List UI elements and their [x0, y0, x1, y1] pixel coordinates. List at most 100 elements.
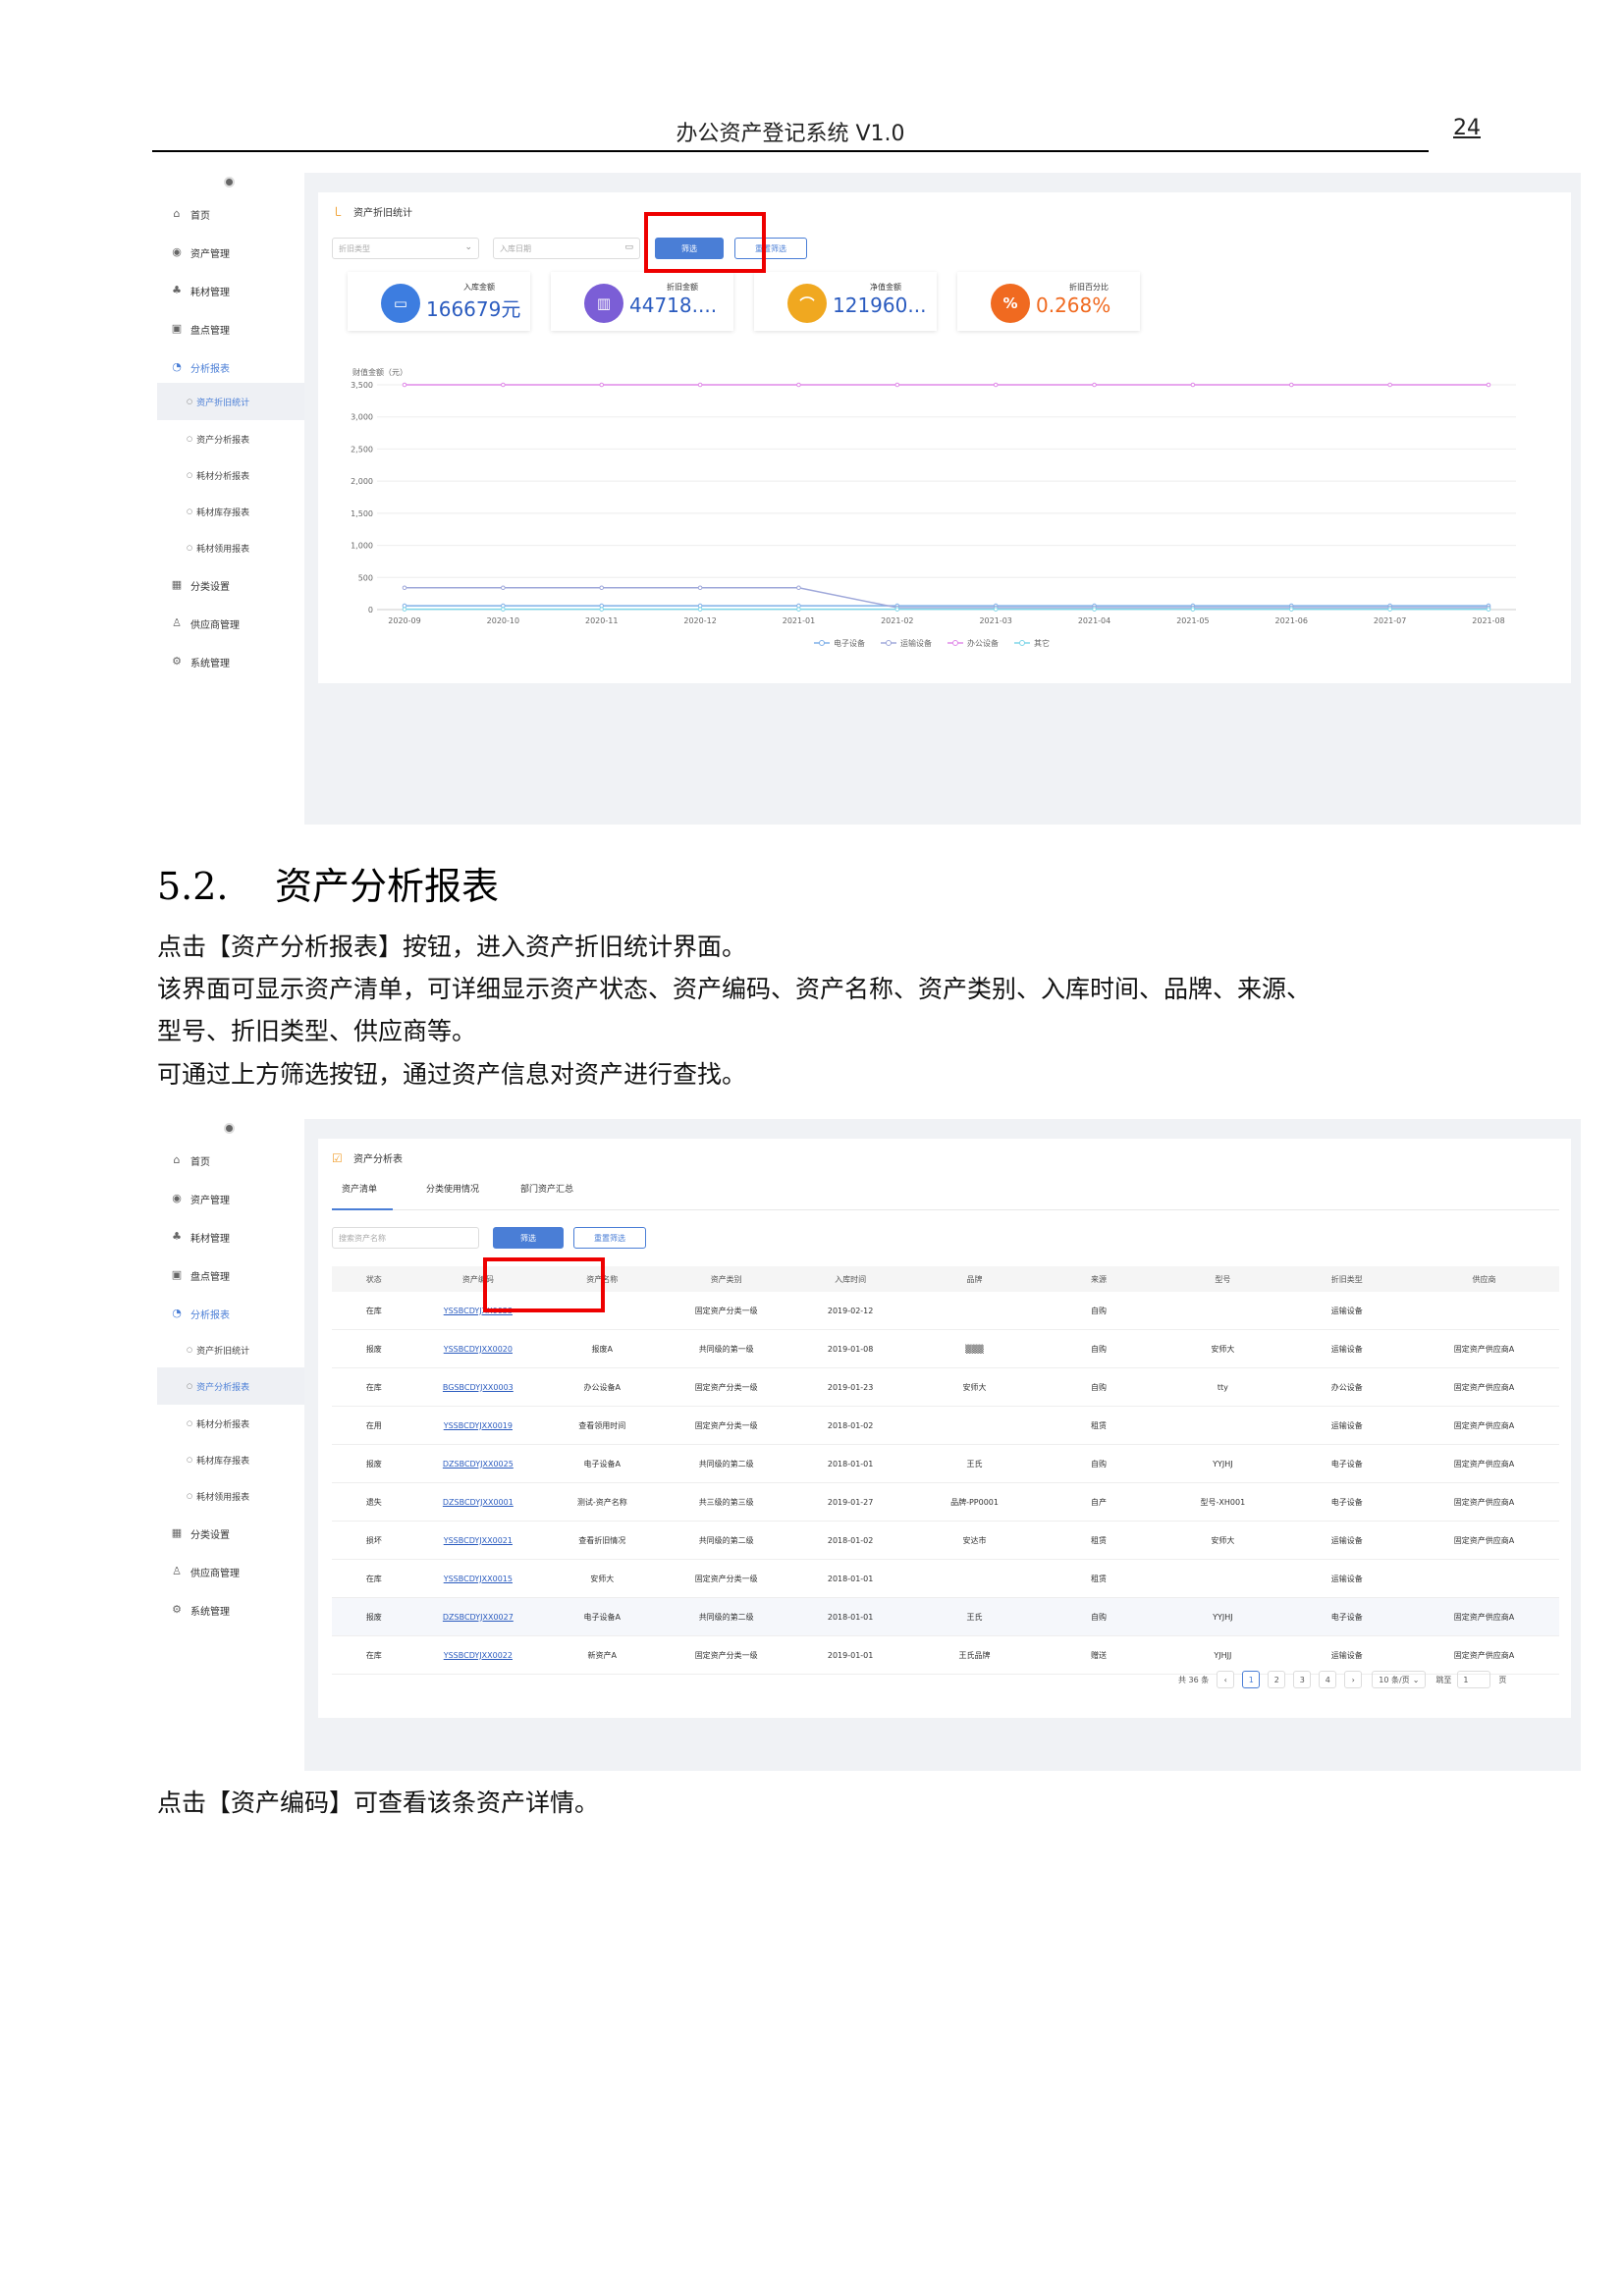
- x-tick-label: 2020-11: [585, 616, 618, 625]
- sidebar-sub-consumable-stock[interactable]: 耗材库存报表: [187, 502, 249, 521]
- asset-code-link[interactable]: YSSBCDYJXX0019: [415, 1406, 541, 1445]
- asset-code-link[interactable]: YSSBCDYJXX0022: [415, 1635, 541, 1675]
- table-cell: 运输设备: [1284, 1521, 1410, 1560]
- page-3-button[interactable]: 3: [1293, 1671, 1312, 1688]
- sidebar-item-system[interactable]: ⚙ 系统管理: [171, 652, 230, 671]
- depreciation-panel: ㇄资产折旧统计 折旧类型 ⌄ 入库日期 ▭ 筛选 重置筛选 ▭ 入库金额 16667…: [318, 192, 1571, 683]
- jump-label: 跳至: [1435, 1675, 1452, 1684]
- column-header: 折旧类型: [1284, 1266, 1410, 1292]
- sidebar-sub-consumable-analysis[interactable]: 耗材分析报表: [187, 1414, 249, 1433]
- y-axis-label: 财值金额（元）: [352, 367, 407, 377]
- prev-page-button[interactable]: ‹: [1217, 1671, 1235, 1688]
- table-row[interactable]: 在库 BGSBCDYJXX0003 办公设备A 固定资产分类一级 2019-01-23 安…: [332, 1367, 1559, 1407]
- asset-code-link[interactable]: BGSBCDYJXX0003: [415, 1367, 541, 1407]
- page-4-button[interactable]: 4: [1319, 1671, 1337, 1688]
- table-row[interactable]: 在用 YSSBCDYJXX0019 查看领用时间 固定资产分类一级 2018-01-02…: [332, 1406, 1559, 1445]
- sidebar-item-consumables[interactable]: ♣ 耗材管理: [171, 281, 230, 300]
- tab-department-summary[interactable]: 部门资产汇总: [520, 1182, 573, 1195]
- sidebar-sub-asset-analysis[interactable]: 资产分析报表: [187, 429, 249, 449]
- avatar[interactable]: [224, 1123, 235, 1134]
- asset-code-link[interactable]: DZSBCDYJXX0025: [415, 1444, 541, 1483]
- reset-filter-button[interactable]: 重置筛选: [573, 1227, 646, 1249]
- table-cell: 电子设备: [1284, 1482, 1410, 1522]
- date-input[interactable]: 入库日期 ▭: [493, 238, 640, 259]
- table-cell: 新资产A: [540, 1635, 665, 1675]
- sidebar-item-assets[interactable]: ◉ 资产管理: [171, 1189, 230, 1208]
- page-1-button[interactable]: 1: [1242, 1671, 1261, 1688]
- table-row[interactable]: 报废 DZSBCDYJXX0027 电子设备A 共同级的第二级 2018-01-01 王氏…: [332, 1597, 1559, 1636]
- sidebar-item-reports[interactable]: ◔ 分析报表: [171, 1304, 230, 1323]
- table-cell: 共同级的第二级: [664, 1444, 788, 1483]
- sidebar-item-system[interactable]: ⚙ 系统管理: [171, 1600, 230, 1620]
- main-area: ☑ 资产分析表 资产清单 分类使用情况 部门资产汇总 搜索资产名称 筛选 重置筛选…: [304, 1119, 1581, 1771]
- table-cell: 办公设备: [1284, 1367, 1410, 1407]
- sidebar-sub-asset-analysis[interactable]: 资产分析报表: [187, 1376, 249, 1396]
- sidebar-sub-consumable-usage[interactable]: 耗材领用报表: [187, 538, 249, 558]
- page-2-button[interactable]: 2: [1268, 1671, 1286, 1688]
- asset-code-link[interactable]: YSSBCDYJXX0021: [415, 1521, 541, 1560]
- asset-code-link[interactable]: YSSBCDYJXX0015: [415, 1559, 541, 1598]
- line-chart-icon: ㇄: [332, 204, 345, 219]
- sidebar-item-consumables[interactable]: ♣ 耗材管理: [171, 1227, 230, 1247]
- y-tick-label: 2,000: [351, 477, 373, 486]
- data-point: [1092, 382, 1097, 388]
- x-tick-label: 2021-03: [979, 616, 1011, 625]
- table-cell: 在库: [332, 1367, 416, 1407]
- sidebar-item-reports[interactable]: ◔ 分析报表: [171, 357, 230, 377]
- table-row[interactable]: 在库 YSSBCDYJXX0015 安师大 固定资产分类一级 2018-01-01 租赁 运…: [332, 1559, 1559, 1598]
- avatar[interactable]: [224, 177, 235, 187]
- table-row[interactable]: 遗失 DZSBCDYJXX0001 测试-资产名称 共三级的第三级 2019-01-27…: [332, 1482, 1559, 1522]
- sidebar-item-category[interactable]: ▦ 分类设置: [171, 1523, 230, 1543]
- table-cell: 租赁: [1036, 1406, 1162, 1445]
- data-point: [1288, 607, 1294, 612]
- data-point: [894, 382, 900, 388]
- report-icon: ◔: [172, 360, 182, 373]
- asset-icon: ◉: [172, 1192, 182, 1204]
- sidebar-item-assets[interactable]: ◉ 资产管理: [171, 242, 230, 262]
- search-input[interactable]: 搜索资产名称: [332, 1227, 479, 1249]
- sidebar-item-supplier[interactable]: ♙ 供应商管理: [171, 614, 240, 633]
- sidebar-sub-consumable-analysis[interactable]: 耗材分析报表: [187, 465, 249, 485]
- consumable-icon: ♣: [172, 284, 182, 296]
- document-title: 办公资产登记系统 V1.0: [676, 122, 905, 146]
- table-row[interactable]: 报废 DZSBCDYJXX0025 电子设备A 共同级的第二级 2018-01-01 王氏…: [332, 1444, 1559, 1483]
- sidebar-item-inventory[interactable]: ▣ 盘点管理: [171, 319, 230, 339]
- sidebar-item-home[interactable]: ⌂ 首页: [171, 1150, 211, 1170]
- sidebar-sub-consumable-usage[interactable]: 耗材领用报表: [187, 1486, 249, 1506]
- tab-category-usage[interactable]: 分类使用情况: [426, 1182, 479, 1195]
- next-page-button[interactable]: ›: [1344, 1671, 1363, 1688]
- asset-code-link[interactable]: DZSBCDYJXX0001: [415, 1482, 541, 1522]
- table-row[interactable]: 报废 YSSBCDYJXX0020 报废A 共同级的第一级 2019-01-08 ▒▒▒ 自…: [332, 1329, 1559, 1368]
- table-cell: 型号-XH001: [1161, 1482, 1285, 1522]
- sidebar-item-home[interactable]: ⌂ 首页: [171, 204, 211, 224]
- data-point: [599, 603, 605, 609]
- asset-code-link[interactable]: DZSBCDYJXX0027: [415, 1597, 541, 1636]
- sidebar-sub-consumable-stock[interactable]: 耗材库存报表: [187, 1450, 249, 1469]
- legend-marker: [886, 640, 892, 646]
- table-cell: 查看领用时间: [540, 1406, 665, 1445]
- percent-icon: %: [991, 284, 1030, 323]
- table-cell: 运输设备: [1284, 1635, 1410, 1675]
- sidebar-sub-depreciation[interactable]: 资产折旧统计: [187, 392, 249, 411]
- asset-code-link[interactable]: YSSBCDYJXX0020: [415, 1329, 541, 1368]
- tab-asset-list[interactable]: 资产清单: [342, 1182, 377, 1195]
- table-row[interactable]: 在库 YSSBCDYJXX0022 新资产A 固定资产分类一级 2019-01-01 王氏…: [332, 1635, 1559, 1675]
- depreciation-type-select[interactable]: 折旧类型 ⌄: [332, 238, 479, 259]
- inventory-icon: ▣: [171, 1268, 183, 1281]
- legend-label: 运输设备: [900, 638, 932, 648]
- sidebar-item-supplier[interactable]: ♙ 供应商管理: [171, 1562, 240, 1581]
- table-row[interactable]: 损坏 YSSBCDYJXX0021 查看折旧情况 共同级的第二级 2018-01-02 安…: [332, 1521, 1559, 1560]
- sidebar-item-category[interactable]: ▦ 分类设置: [171, 575, 230, 595]
- page-size-select[interactable]: 10 条/页 ⌄: [1372, 1671, 1427, 1688]
- page-suffix: 页: [1498, 1675, 1507, 1684]
- sidebar-item-inventory[interactable]: ▣ 盘点管理: [171, 1265, 230, 1285]
- sidebar-sub-depreciation[interactable]: 资产折旧统计: [187, 1340, 249, 1360]
- table-cell: 固定资产供应商A: [1409, 1597, 1559, 1636]
- main-area: ㇄资产折旧统计 折旧类型 ⌄ 入库日期 ▭ 筛选 重置筛选 ▭ 入库金额 16667…: [304, 173, 1581, 825]
- x-tick-label: 2021-01: [783, 616, 815, 625]
- table-cell: 在库: [332, 1635, 416, 1675]
- jump-page-input[interactable]: 1: [1457, 1671, 1491, 1688]
- home-icon: ⌂: [173, 207, 181, 220]
- filter-button[interactable]: 筛选: [493, 1227, 564, 1249]
- stat-card-percentage: % 折旧百分比 0.268%: [957, 272, 1140, 331]
